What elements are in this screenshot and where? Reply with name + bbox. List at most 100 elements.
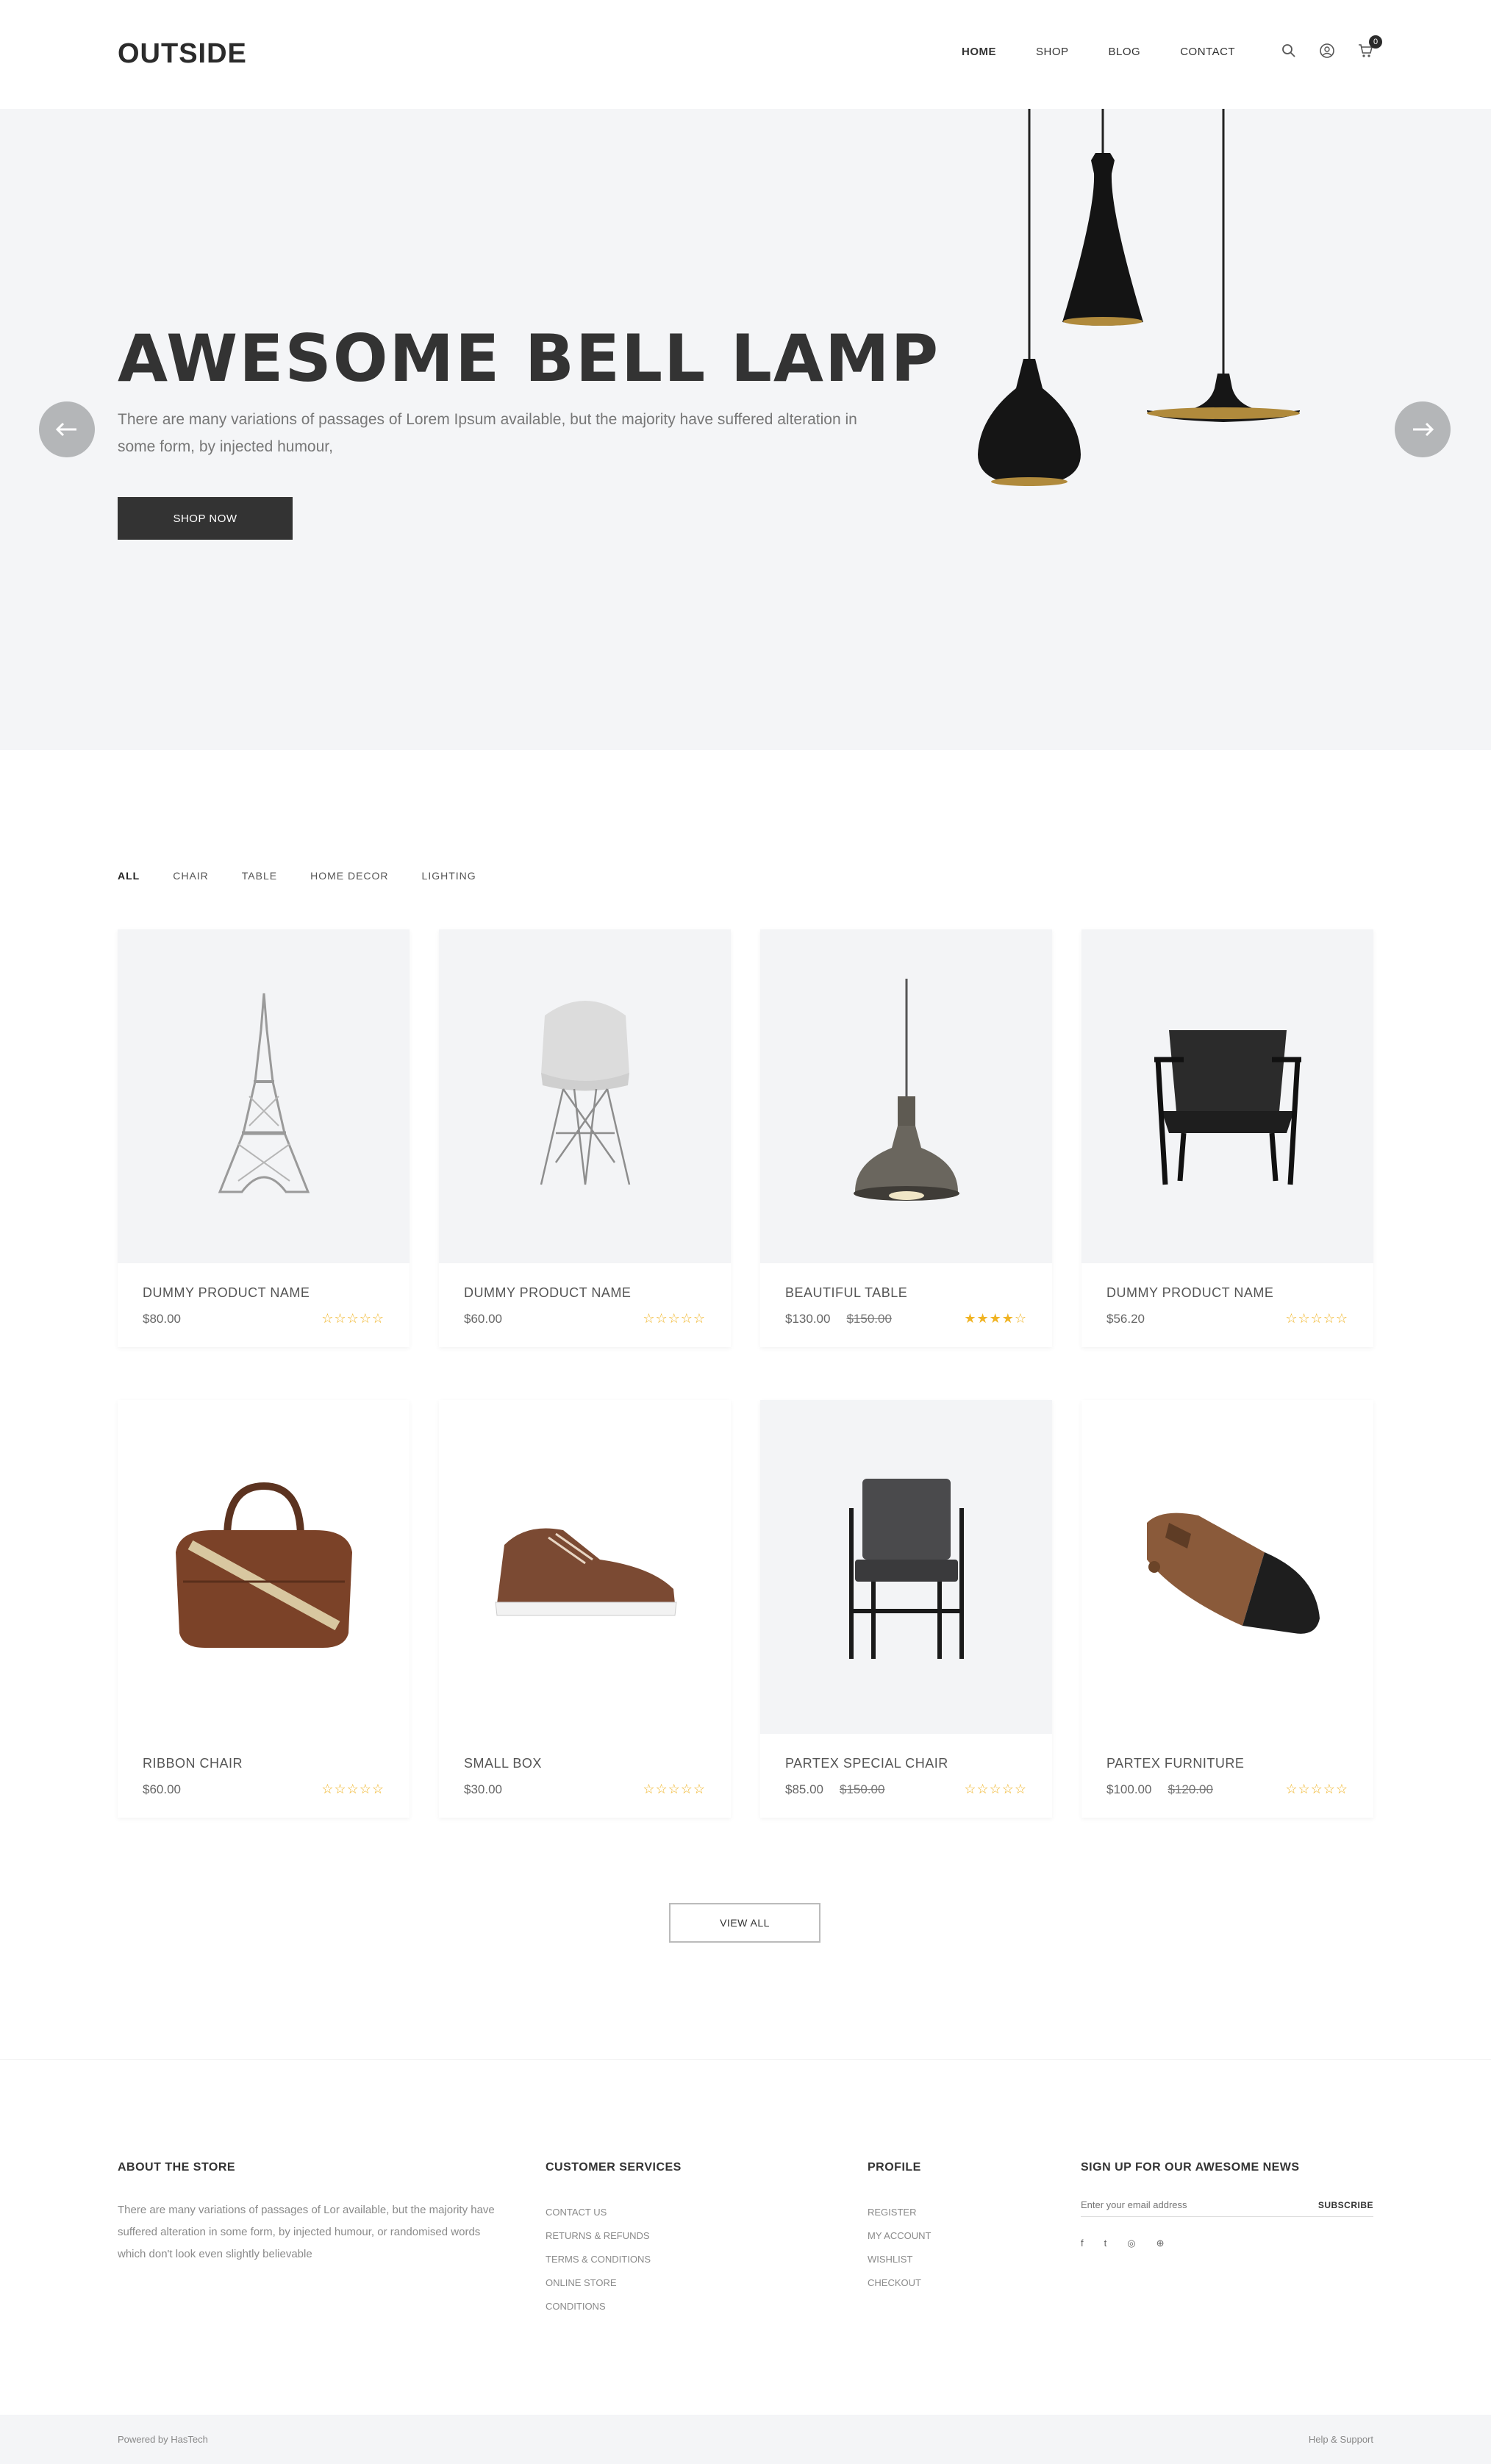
nav-blog[interactable]: BLOG [1109,46,1141,58]
site-logo[interactable]: OUTSIDE [118,38,247,70]
pinterest-icon[interactable]: ⊕ [1156,2238,1165,2249]
footer-link-returns-refunds[interactable]: RETURNS & REFUNDS [546,2224,682,2248]
product-card[interactable]: PARTEX FURNITURE $100.00 $120.00 ☆☆☆☆☆ [1081,1400,1373,1818]
footer-services-title: CUSTOMER SERVICES [546,2161,682,2174]
rating-stars: ☆☆☆☆☆ [1285,1311,1348,1326]
product-card[interactable]: SMALL BOX $30.00 ☆☆☆☆☆ [439,1400,731,1818]
rating-stars: ★★★★☆ [964,1311,1027,1326]
product-card[interactable]: BEAUTIFUL TABLE $130.00 $150.00 ★★★★☆ [760,929,1052,1347]
filter-table[interactable]: TABLE [242,870,277,882]
footer-about-text: There are many variations of passages of… [118,2204,495,2260]
product-image-wooden-doorstop[interactable] [1081,1400,1373,1734]
newsletter-email-input[interactable] [1081,2199,1301,2210]
cart-icon[interactable]: 0 [1356,35,1382,60]
rating-stars: ☆☆☆☆☆ [964,1782,1027,1796]
newsletter-form: SUBSCRIBE [1081,2199,1373,2217]
rating-stars: ☆☆☆☆☆ [643,1311,706,1326]
help-support-link[interactable]: Help & Support [1309,2434,1373,2445]
product-name[interactable]: SMALL BOX [464,1756,706,1771]
footer-profile: PROFILE REGISTER MY ACCOUNT WISHLIST CHE… [868,2161,931,2295]
nav-shop[interactable]: SHOP [1036,46,1069,58]
arrow-left-icon [55,422,76,437]
product-name[interactable]: PARTEX FURNITURE [1106,1756,1348,1771]
shop-now-button[interactable]: SHOP NOW [118,497,293,540]
rating-stars: ☆☆☆☆☆ [643,1782,706,1796]
product-name[interactable]: DUMMY PRODUCT NAME [464,1285,706,1301]
product-card[interactable]: PARTEX SPECIAL CHAIR $85.00 $150.00 ☆☆☆☆… [760,1400,1052,1818]
instagram-icon[interactable]: ◎ [1127,2238,1135,2249]
product-info: PARTEX SPECIAL CHAIR $85.00 $150.00 ☆☆☆☆… [760,1734,1052,1818]
filter-lighting[interactable]: LIGHTING [422,870,476,882]
product-info: DUMMY PRODUCT NAME $80.00 ☆☆☆☆☆ [118,1263,410,1347]
header-icons: 0 [1279,35,1382,60]
product-price: $60.00 [464,1311,502,1326]
product-price: $80.00 [143,1311,181,1326]
product-filter-tabs: ALL CHAIR TABLE HOME DECOR LIGHTING [118,870,476,882]
hero-slider: AWESOME BELL LAMP There are many variati… [0,109,1491,750]
product-image-white-chair[interactable] [439,929,731,1263]
product-card[interactable]: DUMMY PRODUCT NAME $80.00 ☆☆☆☆☆ [118,929,410,1347]
rating-stars: ☆☆☆☆☆ [321,1782,385,1796]
site-header: OUTSIDE HOME SHOP BLOG CONTACT 0 [0,0,1491,109]
twitter-icon[interactable]: t [1104,2238,1107,2249]
product-name[interactable]: DUMMY PRODUCT NAME [143,1285,385,1301]
footer-link-register[interactable]: REGISTER [868,2201,931,2224]
copyright-bar: Powered by HasTech Help & Support [0,2415,1491,2464]
footer-link-online-store[interactable]: ONLINE STORE [546,2271,682,2295]
product-name[interactable]: DUMMY PRODUCT NAME [1106,1285,1348,1301]
product-info: RIBBON CHAIR $60.00 ☆☆☆☆☆ [118,1734,410,1818]
footer-link-contact-us[interactable]: CONTACT US [546,2201,682,2224]
product-info: PARTEX FURNITURE $100.00 $120.00 ☆☆☆☆☆ [1081,1734,1373,1818]
hero-prev-button[interactable] [39,401,95,457]
rating-stars: ☆☆☆☆☆ [321,1311,385,1326]
footer-link-checkout[interactable]: CHECKOUT [868,2271,931,2295]
product-old-price: $150.00 [846,1311,892,1326]
footer-link-terms-conditions[interactable]: TERMS & CONDITIONS [546,2248,682,2271]
facebook-icon[interactable]: f [1081,2238,1084,2249]
product-old-price: $150.00 [840,1782,885,1796]
filter-all[interactable]: ALL [118,870,140,882]
powered-by-text[interactable]: Powered by HasTech [118,2434,208,2445]
footer-about: ABOUT THE STORE There are many variation… [118,2161,500,2265]
product-image-grey-chair[interactable] [760,1400,1052,1734]
view-all-button[interactable]: VIEW ALL [669,1903,820,1943]
footer-about-title: ABOUT THE STORE [118,2161,236,2174]
filter-home-decor[interactable]: HOME DECOR [310,870,388,882]
main-nav: HOME SHOP BLOG CONTACT [962,46,1235,58]
product-price: $130.00 [785,1311,831,1326]
product-card[interactable]: DUMMY PRODUCT NAME $56.20 ☆☆☆☆☆ [1081,929,1373,1347]
product-image-leather-sneaker[interactable] [439,1400,731,1734]
footer-link-my-account[interactable]: MY ACCOUNT [868,2224,931,2248]
search-icon[interactable] [1279,41,1298,60]
footer-profile-title: PROFILE [868,2161,921,2174]
nav-home[interactable]: HOME [962,46,996,58]
product-card[interactable]: RIBBON CHAIR $60.00 ☆☆☆☆☆ [118,1400,410,1818]
cart-count-badge: 0 [1369,35,1382,49]
subscribe-button[interactable]: SUBSCRIBE [1318,2200,1373,2210]
product-price: $60.00 [143,1782,181,1796]
filter-chair[interactable]: CHAIR [173,870,209,882]
product-price: $85.00 [785,1782,823,1796]
hero-description: There are many variations of passages of… [118,411,857,455]
hero-next-button[interactable] [1395,401,1451,457]
product-info: DUMMY PRODUCT NAME $56.20 ☆☆☆☆☆ [1081,1263,1373,1347]
product-image-pendant-lamp[interactable] [760,929,1052,1263]
product-name[interactable]: PARTEX SPECIAL CHAIR [785,1756,1027,1771]
user-icon[interactable] [1317,41,1337,60]
product-image-black-armchair[interactable] [1081,929,1373,1263]
hero-title: AWESOME BELL LAMP [118,321,940,396]
footer-link-conditions[interactable]: CONDITIONS [546,2295,682,2318]
product-image-eiffel-tower[interactable] [118,929,410,1263]
footer-customer-services: CUSTOMER SERVICES CONTACT US RETURNS & R… [546,2161,682,2318]
bell-lamps-image [978,109,1301,486]
product-price: $100.00 [1106,1782,1152,1796]
footer-link-wishlist[interactable]: WISHLIST [868,2248,931,2271]
footer-newsletter: SIGN UP FOR OUR AWESOME NEWS SUBSCRIBE f… [1081,2161,1373,2249]
product-card[interactable]: DUMMY PRODUCT NAME $60.00 ☆☆☆☆☆ [439,929,731,1347]
product-name[interactable]: RIBBON CHAIR [143,1756,385,1771]
social-links: f t ◎ ⊕ [1081,2238,1373,2249]
product-image-leather-bag[interactable] [118,1400,410,1734]
nav-contact[interactable]: CONTACT [1180,46,1235,58]
product-name[interactable]: BEAUTIFUL TABLE [785,1285,1027,1301]
product-price: $30.00 [464,1782,502,1796]
